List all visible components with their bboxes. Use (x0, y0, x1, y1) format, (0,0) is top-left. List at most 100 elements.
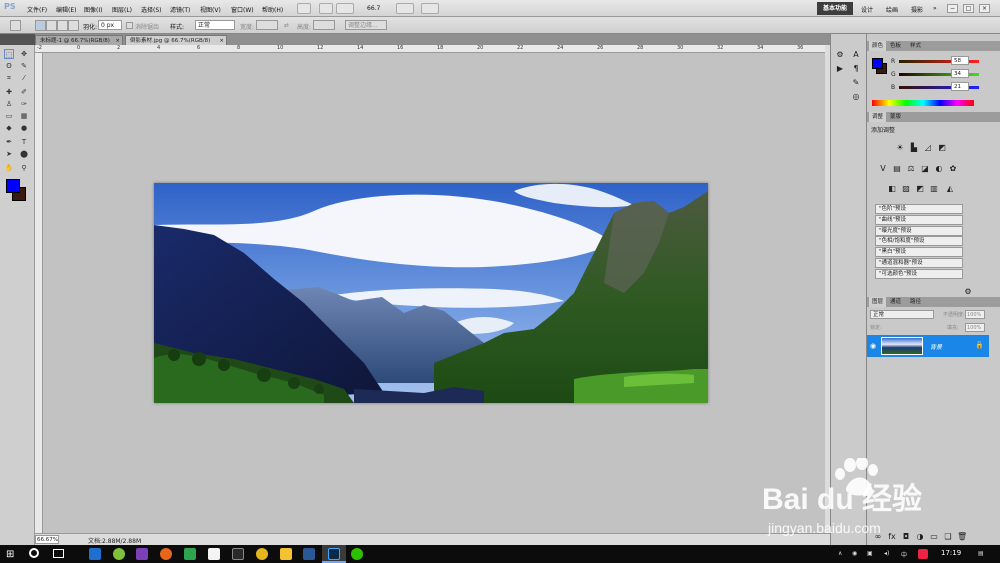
zoom-level-control[interactable]: 66.7 (367, 5, 380, 12)
posterize-icon[interactable]: ▨ (901, 184, 911, 194)
menu-filter[interactable]: 滤镜(T) (170, 5, 190, 14)
tab-reflection-source[interactable]: 倒影素材.jpg @ 66.7%(RGB/8) × (125, 35, 227, 45)
visual-studio-icon[interactable] (136, 548, 148, 560)
vibrance-icon[interactable]: V (878, 164, 888, 174)
tab-layers[interactable]: 图层 (869, 297, 887, 307)
menu-edit[interactable]: 编辑(E) (56, 5, 76, 14)
zoom-field[interactable]: 66.67% (35, 535, 59, 544)
marquee-preset-icon[interactable] (10, 20, 21, 31)
color-spectrum-bar[interactable] (872, 100, 974, 106)
network-icon[interactable]: ▣ (867, 550, 873, 557)
red-value[interactable]: 58 (951, 56, 969, 65)
exposure-icon[interactable]: ◩ (937, 143, 947, 153)
new-group-icon[interactable]: ▭ (929, 532, 939, 542)
threshold-icon[interactable]: ◩ (915, 184, 925, 194)
sogou-icon[interactable] (918, 549, 928, 559)
adjustment-preset-item[interactable]: "黑白"预设 (875, 247, 963, 258)
new-adjustment-icon[interactable]: ◑ (915, 532, 925, 542)
levels-icon[interactable]: ▙ (909, 143, 919, 153)
menu-layer[interactable]: 图层(L) (112, 5, 132, 14)
zoom-tool-icon[interactable]: ⚲ (19, 163, 29, 173)
selective-color-icon[interactable]: ◭ (945, 184, 955, 194)
ime-indicator[interactable]: 中 (901, 550, 907, 559)
brush-tool-icon[interactable]: ✐ (19, 87, 29, 97)
lasso-tool-icon[interactable]: ʘ (4, 61, 14, 71)
quick-select-tool-icon[interactable]: ✎ (19, 61, 29, 71)
menu-window[interactable]: 窗口(W) (231, 5, 254, 14)
media-icon[interactable] (232, 548, 244, 560)
photo-filter-icon[interactable]: ◐ (934, 164, 944, 174)
eraser-tool-icon[interactable]: ▭ (4, 111, 14, 121)
history-brush-tool-icon[interactable]: ✑ (19, 99, 29, 109)
tray-chevron-icon[interactable]: ∧ (838, 550, 842, 557)
word-icon[interactable] (303, 548, 315, 560)
clock[interactable]: 17:19 (941, 549, 961, 557)
dodge-tool-icon[interactable]: ● (19, 123, 29, 133)
workspace-design[interactable]: 设计 (861, 5, 873, 14)
browser-icon[interactable] (113, 548, 125, 560)
menu-help[interactable]: 帮助(H) (262, 5, 283, 14)
add-mask-icon[interactable]: ◘ (901, 532, 911, 542)
swap-icon[interactable]: ⇄ (284, 22, 289, 29)
adjustment-preset-item[interactable]: "色相/饱和度"预设 (875, 236, 963, 247)
fill-input[interactable]: 100% (965, 323, 985, 332)
workspace-photography[interactable]: 摄影 (911, 5, 923, 14)
panel-foreground-swatch[interactable] (872, 58, 883, 69)
tab-untitled[interactable]: 未标题-1 @ 66.7%(RGB/8) × (35, 35, 123, 45)
feather-input[interactable]: 0 px (98, 20, 122, 30)
arrange-documents-button[interactable] (396, 3, 414, 14)
move-tool-icon[interactable]: ✥ (19, 49, 29, 59)
gradient-map-icon[interactable]: ▥ (929, 184, 939, 194)
menu-view[interactable]: 视图(V) (200, 5, 221, 14)
actions-panel-icon[interactable]: ▶ (835, 64, 845, 74)
adjustment-preset-item[interactable]: "曝光度"预设 (875, 225, 963, 236)
opacity-input[interactable]: 100% (965, 310, 985, 319)
blue-value[interactable]: 21 (951, 82, 969, 91)
pen-tool-icon[interactable]: ✒ (4, 137, 14, 147)
layer-name[interactable]: 背景 (930, 342, 942, 351)
workspace-more[interactable]: » (933, 5, 937, 12)
black-white-icon[interactable]: ◪ (920, 164, 930, 174)
height-input[interactable] (313, 20, 335, 30)
gradient-tool-icon[interactable]: ▦ (19, 111, 29, 121)
blend-mode-select[interactable]: 正常 (870, 310, 934, 319)
brushes-panel-icon[interactable]: ✎ (851, 78, 861, 88)
crop-tool-icon[interactable]: ⌗ (4, 73, 14, 83)
curves-icon[interactable]: ◿ (923, 143, 933, 153)
tray-icon[interactable]: ◉ (852, 550, 857, 557)
menu-select[interactable]: 选择(S) (141, 5, 162, 14)
minimize-button[interactable]: − (947, 4, 958, 13)
start-icon[interactable]: ⊞ (6, 549, 14, 560)
notepad-icon[interactable] (208, 548, 220, 560)
search-icon[interactable] (29, 548, 39, 558)
shape-tool-icon[interactable]: ⬤ (19, 149, 29, 159)
tab-masks[interactable]: 蒙版 (887, 112, 904, 122)
healing-brush-tool-icon[interactable]: ✚ (4, 87, 14, 97)
new-selection-icon[interactable] (35, 20, 46, 31)
brightness-contrast-icon[interactable]: ☀ (895, 143, 905, 153)
view-extras-button[interactable] (336, 3, 354, 14)
tab-channels[interactable]: 通道 (887, 297, 904, 307)
screen-mode-button[interactable] (421, 3, 439, 14)
workspace-painting[interactable]: 绘画 (886, 5, 898, 14)
color-balance-icon[interactable]: ⚖ (906, 164, 916, 174)
green-value[interactable]: 34 (951, 69, 969, 78)
width-input[interactable] (256, 20, 278, 30)
menu-image[interactable]: 图像(I) (84, 5, 102, 14)
tab-paths[interactable]: 路径 (907, 297, 924, 307)
hand-tool-icon[interactable]: ✋ (4, 163, 14, 173)
tab-color[interactable]: 颜色 (869, 41, 887, 51)
clone-source-panel-icon[interactable]: ◎ (851, 92, 861, 102)
marquee-tool-icon[interactable]: ⬚ (4, 49, 14, 59)
delete-layer-icon[interactable]: 🗑 (957, 532, 967, 542)
visibility-eye-icon[interactable]: ◉ (870, 342, 876, 350)
add-selection-icon[interactable] (46, 20, 57, 31)
menu-file[interactable]: 文件(F) (27, 5, 47, 14)
edge-icon[interactable] (89, 548, 101, 560)
adjustment-preset-item[interactable]: "通道混和器"预设 (875, 258, 963, 268)
type-tool-icon[interactable]: T (19, 137, 29, 147)
adjustment-preset-item[interactable]: "可选颜色"预设 (875, 268, 963, 279)
layer-row-background[interactable]: ◉ 背景 🔒 (867, 335, 989, 357)
antialias-checkbox[interactable] (126, 22, 133, 29)
paragraph-panel-icon[interactable]: ¶ (851, 64, 861, 74)
